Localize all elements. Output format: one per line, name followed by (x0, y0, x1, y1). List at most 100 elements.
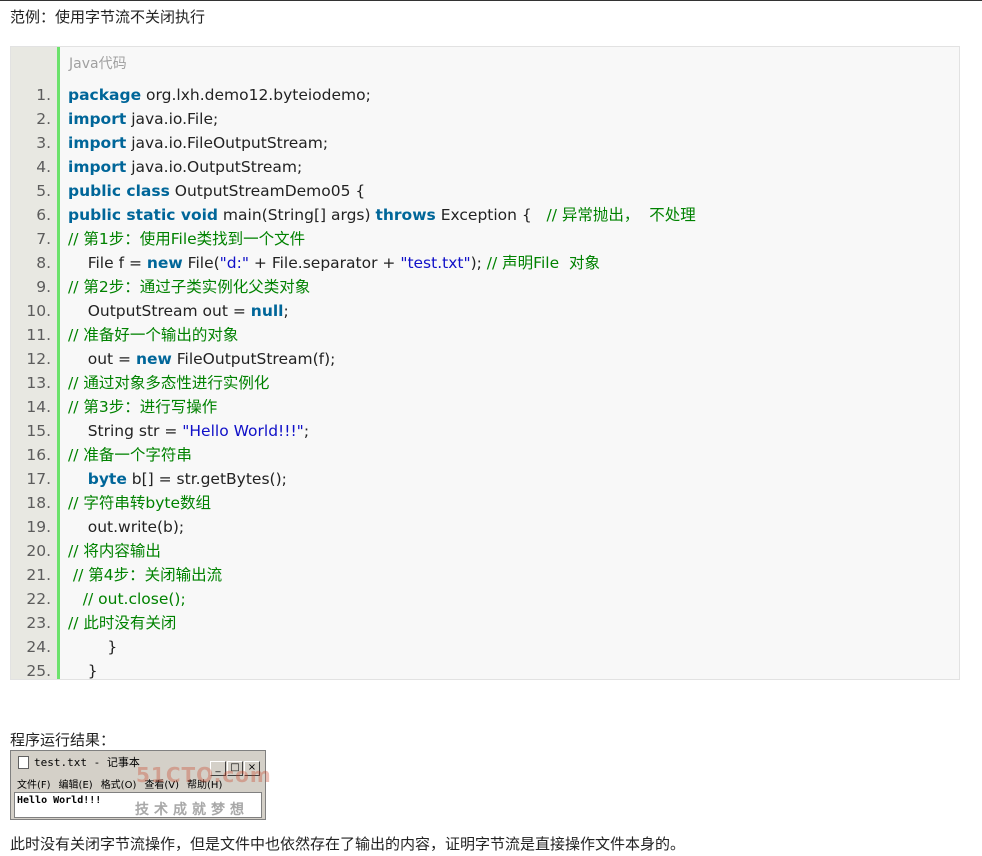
line-number: 19. (26, 518, 51, 536)
result-label: 程序运行结果： (10, 731, 116, 749)
code-keyword: import (68, 134, 127, 152)
code-string: "test.txt" (400, 254, 471, 272)
code-text: // 此时没有关闭 (68, 611, 176, 635)
code-comment: // out.close(); (68, 590, 186, 608)
code-text: // 第1步：使用File类找到一个文件 (68, 227, 305, 251)
code-text: File f = new File("d:" + File.separator … (68, 251, 600, 275)
code-line: 11. // 准备好一个输出的对象 (11, 323, 959, 347)
code-text: String str = "Hello World!!!"; (68, 419, 309, 443)
code-keyword: throws (375, 206, 436, 224)
line-number: 14. (26, 398, 51, 416)
code-token: OutputStream out = (68, 302, 251, 320)
footer-text: 此时没有关闭字节流操作，但是文件中也依然存在了输出的内容，证明字节流是直接操作文… (10, 835, 686, 853)
code-line: 10. OutputStream out = null; (11, 299, 959, 323)
code-text: public static void main(String[] args) t… (68, 203, 696, 227)
code-line: 18. // 字符串转byte数组 (11, 491, 959, 515)
line-number: 7. (36, 230, 51, 248)
code-text: // 第2步：通过子类实例化父类对象 (68, 275, 310, 299)
code-token: ; (283, 302, 289, 320)
code-text: byte b[] = str.getBytes(); (68, 467, 287, 491)
code-line: 14. // 第3步：进行写操作 (11, 395, 959, 419)
code-comment: // 准备一个字符串 (68, 446, 192, 464)
line-number: 22. (26, 590, 51, 608)
menu-edit[interactable]: 编辑(E) (59, 780, 93, 791)
code-line: 25. } (11, 659, 959, 683)
code-token: org.lxh.demo12.byteiodemo; (141, 86, 371, 104)
code-keyword: public class (68, 182, 170, 200)
code-token: java.io.FileOutputStream; (126, 134, 329, 152)
code-line: 2. import java.io.File; (11, 107, 959, 131)
line-number: 18. (26, 494, 51, 512)
code-line: 4. import java.io.OutputStream; (11, 155, 959, 179)
code-string: "Hello World!!!" (182, 422, 304, 440)
line-number: 25. (26, 662, 51, 680)
code-comment: // 声明File 对象 (486, 254, 600, 272)
code-text: public class OutputStreamDemo05 { (68, 179, 365, 203)
code-token: File( (182, 254, 220, 272)
code-token: main(String[] args) (218, 206, 376, 224)
code-line: 24. } (11, 635, 959, 659)
code-line: 21. // 第4步：关闭输出流 (11, 563, 959, 587)
code-line: 22. // out.close(); (11, 587, 959, 611)
code-token: java.io.OutputStream; (126, 158, 303, 176)
line-number: 1. (36, 86, 51, 104)
code-keyword: new (146, 254, 183, 272)
notepad-document-icon (18, 756, 29, 769)
menu-file[interactable]: 文件(F) (17, 780, 51, 791)
top-divider (0, 0, 982, 1)
line-number: 8. (36, 254, 51, 272)
code-comment: // 字符串转byte数组 (68, 494, 211, 512)
code-keyword: byte (87, 470, 127, 488)
code-keyword: public static void (68, 206, 218, 224)
code-token: out.write(b); (68, 518, 185, 536)
notepad-window: test.txt - 记事本 _ □ × 文件(F) 编辑(E) 格式(O) 查看(V) 帮… (10, 750, 271, 820)
code-text: OutputStream out = null; (68, 299, 289, 323)
line-number: 17. (26, 470, 51, 488)
code-keyword: import (68, 158, 127, 176)
code-token: String str = (68, 422, 183, 440)
line-number: 24. (26, 638, 51, 656)
code-line: 12. out = new FileOutputStream(f); (11, 347, 959, 371)
code-text: // 准备一个字符串 (68, 443, 192, 467)
code-token: } (68, 638, 118, 656)
code-line: 3. import java.io.FileOutputStream; (11, 131, 959, 155)
code-comment: // 通过对象多态性进行实例化 (68, 374, 270, 392)
notepad-title: test.txt - 记事本 (34, 756, 140, 769)
code-keyword: null (250, 302, 284, 320)
code-line: 20. // 将内容输出 (11, 539, 959, 563)
code-lines: 1. package org.lxh.demo12.byteiodemo; 2. im… (11, 83, 959, 683)
code-text: import java.io.OutputStream; (68, 155, 302, 179)
code-line: 9. // 第2步：通过子类实例化父类对象 (11, 275, 959, 299)
code-comment: // 第2步：通过子类实例化父类对象 (68, 278, 311, 296)
line-number: 21. (26, 566, 51, 584)
code-token: } (68, 662, 98, 680)
code-text: import java.io.File; (68, 107, 218, 131)
code-token: java.io.File; (126, 110, 219, 128)
code-line: 19. out.write(b); (11, 515, 959, 539)
code-text: // 通过对象多态性进行实例化 (68, 371, 269, 395)
code-text: // 准备好一个输出的对象 (68, 323, 238, 347)
code-text: import java.io.FileOutputStream; (68, 131, 328, 155)
code-token: ); (470, 254, 487, 272)
code-token: OutputStreamDemo05 { (169, 182, 366, 200)
code-text: out.write(b); (68, 515, 184, 539)
code-text: // 第3步：进行写操作 (68, 395, 217, 419)
code-line: 15. String str = "Hello World!!!"; (11, 419, 959, 443)
code-token: out = (68, 350, 136, 368)
code-token: File f = (68, 254, 147, 272)
code-line: 13. // 通过对象多态性进行实例化 (11, 371, 959, 395)
code-line: 6. public static void main(String[] args)… (11, 203, 959, 227)
code-comment: // 第3步：进行写操作 (68, 398, 218, 416)
line-number: 23. (26, 614, 51, 632)
code-line: 23. // 此时没有关闭 (11, 611, 959, 635)
code-comment: // 将内容输出 (68, 542, 161, 560)
code-text: // 字符串转byte数组 (68, 491, 211, 515)
code-comment: // 此时没有关闭 (68, 614, 177, 632)
code-comment: // 准备好一个输出的对象 (68, 326, 239, 344)
code-block: Java代码 1. package org.lxh.demo12.byteiode… (10, 46, 960, 680)
code-token: Exception { (435, 206, 547, 224)
menu-format[interactable]: 格式(O) (101, 780, 137, 791)
line-number: 11. (26, 326, 51, 344)
code-text: // 第4步：关闭输出流 (68, 563, 222, 587)
